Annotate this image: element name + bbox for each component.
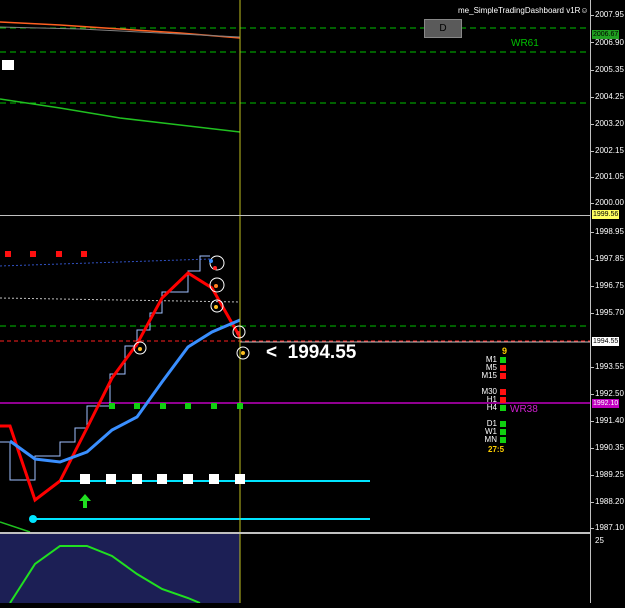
oscillator-axis-label: 25 xyxy=(595,536,604,545)
oscillator-canvas xyxy=(0,534,241,604)
red-signal-square xyxy=(56,251,62,257)
green-signal-square xyxy=(211,403,217,409)
price-axis-label: 1992.50 xyxy=(595,389,624,398)
price-axis-label: 2004.25 xyxy=(595,92,624,101)
tf-status-m5 xyxy=(500,365,506,371)
price-axis-label: 1998.95 xyxy=(595,227,624,236)
indicator-title: me_SimpleTradingDashboard v1R☺ xyxy=(458,6,589,15)
green-ma-line xyxy=(0,98,241,133)
green-signal-square xyxy=(185,403,191,409)
wr61-label: WR61 xyxy=(511,38,539,49)
tf-status-m15 xyxy=(500,373,506,379)
green-signal-square xyxy=(109,403,115,409)
price-axis-label: 2007.95 xyxy=(595,10,624,19)
signal-circle xyxy=(209,255,225,271)
white-signal-square xyxy=(183,474,193,484)
tf-status-h1 xyxy=(500,397,506,403)
tf-label-h4: H4 xyxy=(486,403,497,412)
cyan-level-dot xyxy=(29,515,37,523)
price-axis-label: 2006.90 xyxy=(595,38,624,47)
white-dotted-line xyxy=(0,297,241,303)
white-signal-square xyxy=(106,474,116,484)
green-up-arrow xyxy=(79,494,91,508)
tf-label-mn: MN xyxy=(484,435,497,444)
price-axis-label: 1989.25 xyxy=(595,470,624,479)
tf-status-m30 xyxy=(500,389,506,395)
tf-status-w1 xyxy=(500,429,506,435)
price-axis-label: 1996.75 xyxy=(595,281,624,290)
blue-dotted-line xyxy=(0,258,211,267)
price-axis-label: 2001.05 xyxy=(595,172,624,181)
price-highlight-yellow: 1999.56 xyxy=(592,210,620,219)
dashboard-bottom-value: 27:5 xyxy=(488,445,505,454)
d-button[interactable]: D xyxy=(424,19,462,38)
green-signal-square xyxy=(237,403,243,409)
tf-status-mn xyxy=(500,437,506,443)
price-axis-label: 2000.00 xyxy=(595,198,624,207)
white-marker-square xyxy=(2,60,14,70)
dashboard-top-value: 9 xyxy=(502,346,508,356)
price-axis-label: 1988.20 xyxy=(595,497,624,506)
green-signal-square xyxy=(134,403,140,409)
white-signal-square xyxy=(80,474,90,484)
tf-status-d1 xyxy=(500,421,506,427)
timeframe-dashboard: 9 M1 M5 M15 M30 H1 H4 D1 W1 MN 27:5 xyxy=(470,344,515,454)
tf-status-h4 xyxy=(500,405,506,411)
price-axis-label: 1991.40 xyxy=(595,416,624,425)
price-axis-label: 1997.85 xyxy=(595,254,624,263)
red-signal-square xyxy=(81,251,87,257)
red-trend-line xyxy=(0,271,242,503)
red-signal-square xyxy=(5,251,11,257)
white-signal-square xyxy=(132,474,142,484)
white-signal-square xyxy=(157,474,167,484)
price-axis-label: 2005.35 xyxy=(595,65,624,74)
price-axis-label: 1987.10 xyxy=(595,523,624,532)
tf-label-m15: M15 xyxy=(481,371,497,380)
tf-status-m1 xyxy=(500,357,506,363)
green-lower-line xyxy=(0,521,31,533)
white-signal-square xyxy=(209,474,219,484)
price-highlight-magenta: 1992.10 xyxy=(592,399,620,408)
green-signal-square xyxy=(160,403,166,409)
price-axis-label: 1995.70 xyxy=(595,308,624,317)
price-axis-label: 1990.35 xyxy=(595,443,624,452)
price-axis-label: 2003.20 xyxy=(595,119,624,128)
upper-chart-pane[interactable]: me_SimpleTradingDashboard v1R☺ D WR61 xyxy=(0,0,590,215)
current-price-label: < 1994.55 xyxy=(266,342,357,363)
main-chart-pane[interactable]: < 1994.55 WR38 9 M1 M5 M15 M30 H1 H4 D1 … xyxy=(0,216,590,533)
step-line xyxy=(0,255,210,481)
price-highlight-orange: 2006.67 xyxy=(592,30,620,39)
price-axis-label: 2002.15 xyxy=(595,146,624,155)
upper-chart-canvas xyxy=(0,0,590,215)
oscillator-pane[interactable] xyxy=(0,534,590,604)
white-signal-square xyxy=(235,474,245,484)
price-highlight-white: 1994.55 xyxy=(592,337,620,346)
price-axis-label: 1993.55 xyxy=(595,362,624,371)
red-signal-square xyxy=(30,251,36,257)
price-axis[interactable]: 2007.95 2006.90 2006.67 2005.35 2004.25 … xyxy=(590,0,625,603)
d-button-label: D xyxy=(439,23,447,34)
